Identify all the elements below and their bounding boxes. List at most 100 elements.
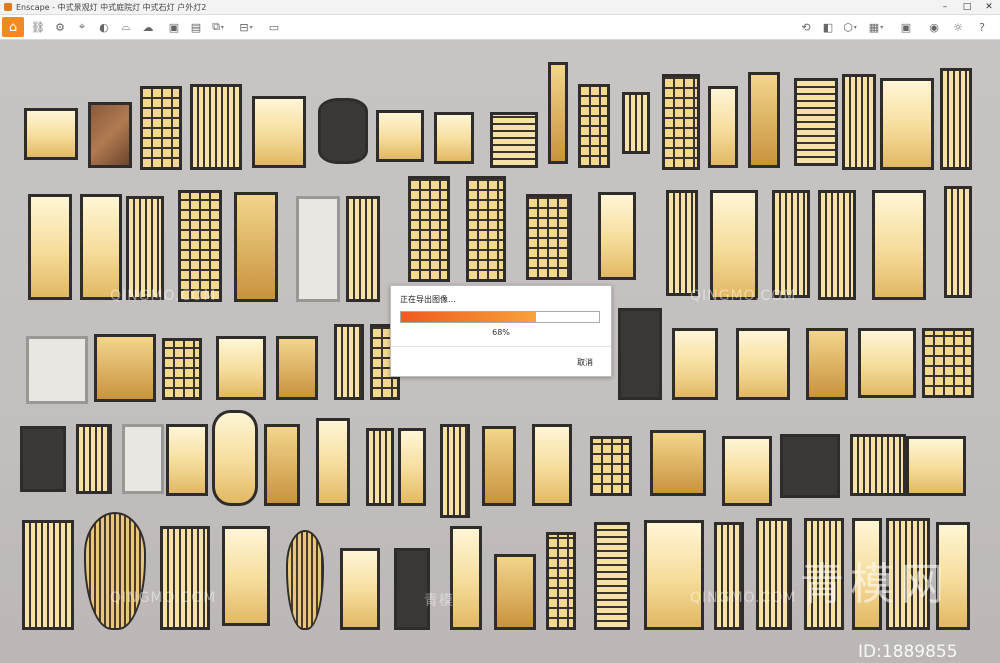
pin-icon[interactable]: ⌖	[74, 19, 90, 35]
eye-icon[interactable]: ◉	[926, 19, 942, 35]
lamp-model	[806, 328, 848, 400]
chevron-down-icon: ▾	[880, 23, 884, 31]
lamp-model	[714, 522, 744, 630]
lamp-model	[366, 428, 394, 506]
lamp-model	[434, 112, 474, 164]
box-icon[interactable]: ⬡ ▾	[842, 19, 858, 35]
lamp-model	[644, 520, 704, 630]
lamp-model	[276, 336, 318, 400]
lamp-model	[20, 426, 66, 492]
lamp-model	[318, 98, 368, 164]
lamp-model	[756, 518, 792, 630]
lamp-model	[598, 192, 636, 280]
lamp-model	[818, 190, 856, 300]
cloud-icon[interactable]: ☁	[140, 19, 156, 35]
lamp-model	[28, 194, 72, 300]
lamp-model	[532, 424, 572, 506]
lamp-model	[650, 430, 706, 496]
lamp-model	[26, 336, 88, 404]
lamp-model	[722, 436, 772, 506]
monitor-icon[interactable]: ▭	[266, 19, 282, 35]
panorama-icon[interactable]: ⊟ ▾	[238, 19, 254, 35]
divider	[391, 346, 611, 347]
lamp-model	[662, 74, 700, 170]
lamp-model	[780, 434, 840, 498]
minimize-button[interactable]: –	[934, 0, 956, 14]
lamp-model	[490, 112, 538, 168]
lamp-model	[24, 108, 78, 160]
lamp-model	[264, 424, 300, 506]
toolbar: ⌂ ⛓ ⚙ ⌖ ◐ ⌓ ☁ ▣ ▤ ⧉ ▾ ⊟ ▾ ▭ ⟲ ◧ ⬡ ▾ ▦ ▾ ▣ ◉ …	[0, 15, 1000, 40]
lamp-model	[160, 526, 210, 630]
lamp-model	[906, 436, 966, 496]
sun-icon[interactable]: ☼	[950, 19, 966, 35]
image-export-icon[interactable]: ▣	[166, 19, 182, 35]
lamp-model	[850, 434, 906, 496]
lamp-model	[548, 62, 568, 164]
lamp-model	[590, 436, 632, 496]
home-icon[interactable]: ⌂	[2, 17, 24, 37]
chevron-down-icon: ▾	[249, 23, 253, 31]
lamp-model	[794, 78, 838, 166]
lamp-model	[212, 410, 258, 506]
help-icon[interactable]: ?	[974, 19, 990, 35]
export-progress-bar	[400, 311, 600, 323]
watermark-text: QINGMO.COM	[690, 288, 797, 304]
lamp-model	[748, 72, 780, 168]
lamp-model	[88, 102, 132, 168]
lamp-model	[234, 192, 278, 302]
lamp-model	[880, 78, 934, 170]
lamp-model	[466, 176, 506, 282]
lamp-model	[922, 328, 974, 398]
cube-icon[interactable]: ◧	[820, 19, 836, 35]
export-progress-dialog: 正在导出图像... 68% 取消	[390, 285, 612, 377]
sync-icon[interactable]: ⟲	[798, 19, 814, 35]
lamp-model	[316, 418, 350, 506]
lamp-model	[494, 554, 536, 630]
camera-icon[interactable]: ◐	[96, 19, 112, 35]
lamp-model	[166, 424, 208, 496]
lamp-model	[252, 96, 306, 168]
link-icon[interactable]: ⛓	[30, 19, 46, 35]
hat-icon[interactable]: ⌓	[118, 19, 134, 35]
lamp-model	[394, 548, 430, 630]
lamp-model	[340, 548, 380, 630]
lamp-model	[84, 512, 146, 630]
lamp-model	[672, 328, 718, 400]
lamp-model	[872, 190, 926, 300]
lamp-model	[944, 186, 972, 298]
watermark-text: QINGMO.COM	[690, 590, 797, 606]
lamp-model	[80, 194, 122, 300]
enscape-logo-icon	[4, 3, 12, 11]
lamp-model	[334, 324, 364, 400]
lamp-model	[546, 532, 576, 630]
cancel-button[interactable]: 取消	[577, 357, 593, 368]
monitor-icon[interactable]: ▣	[898, 19, 914, 35]
lamp-model	[578, 84, 610, 168]
maximize-button[interactable]: □	[956, 0, 978, 14]
lamp-model	[296, 196, 340, 302]
chevron-down-icon: ▾	[853, 23, 857, 31]
lamp-model	[216, 336, 266, 400]
lamp-model	[140, 86, 182, 170]
lamp-model	[286, 530, 324, 630]
lamp-model	[526, 194, 572, 280]
lamp-model	[772, 190, 810, 298]
lamp-model	[666, 190, 698, 296]
brand-watermark: 青模网	[800, 559, 950, 610]
title-bar: Enscape - 中式景观灯 中式庭院灯 中式石灯 户外灯2 – □ ✕	[0, 0, 1000, 15]
render-icon[interactable]: ▤	[188, 19, 204, 35]
progress-percent: 68%	[492, 328, 510, 337]
lamp-model	[22, 520, 74, 630]
settings-icon[interactable]: ⚙	[52, 19, 68, 35]
lamp-model	[710, 190, 758, 300]
lamp-model	[618, 308, 662, 400]
lamp-model	[178, 190, 222, 302]
grid-icon[interactable]: ▦ ▾	[868, 19, 884, 35]
lamp-model	[122, 424, 164, 494]
render-viewport[interactable]: QINGMO.COM QINGMO.COM QINGMO.COM QINGMO.…	[0, 40, 1000, 663]
chevron-down-icon: ▾	[220, 23, 224, 31]
close-button[interactable]: ✕	[978, 0, 1000, 14]
lamp-model	[398, 428, 426, 506]
layers-icon[interactable]: ⧉ ▾	[210, 19, 226, 35]
